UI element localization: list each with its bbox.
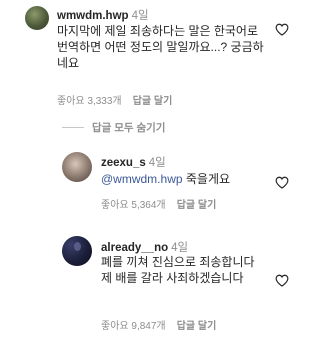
- comment-text: @wmwdm.hwp 죽을게요: [101, 171, 271, 187]
- comment-text: 폐를 끼쳐 진심으로 죄송합니다 제 배를 갈라 사죄하겠습니다: [101, 255, 255, 285]
- heart-icon[interactable]: [275, 23, 289, 36]
- like-count[interactable]: 좋아요 5,364개: [101, 200, 166, 211]
- comment-text: 마지막에 제일 죄송하다는 말은 한국어로 번역하면 어떤 정도의 말일까요..…: [57, 24, 264, 70]
- reply-button[interactable]: 답글 달기: [177, 321, 217, 332]
- heart-icon[interactable]: [275, 176, 289, 189]
- comment-meta: 좋아요 3,333개 답글 달기: [57, 92, 172, 107]
- username[interactable]: wmwdm.hwp: [57, 10, 129, 22]
- heart-icon[interactable]: [275, 274, 289, 287]
- username[interactable]: already__no: [101, 242, 168, 254]
- timestamp: 4일: [148, 157, 166, 169]
- comment-meta: 좋아요 9,847개 답글 달기: [101, 317, 216, 332]
- timestamp: 4일: [171, 242, 189, 254]
- comment-meta: 좋아요 5,364개 답글 달기: [101, 196, 216, 211]
- username[interactable]: zeexu_s: [101, 157, 146, 169]
- comment-header: zeexu_s 4일: [101, 153, 166, 171]
- timestamp: 4일: [131, 10, 149, 22]
- avatar[interactable]: [62, 152, 92, 182]
- divider-line: [62, 127, 84, 128]
- like-count[interactable]: 좋아요 9,847개: [101, 321, 166, 332]
- comment-header: wmwdm.hwp 4일: [57, 6, 149, 24]
- comment-text-body: 죽을게요: [182, 172, 231, 186]
- mention-link[interactable]: @wmwdm.hwp: [101, 172, 183, 186]
- like-count[interactable]: 좋아요 3,333개: [57, 96, 122, 107]
- avatar[interactable]: [62, 236, 92, 266]
- reply-button[interactable]: 답글 달기: [177, 200, 217, 211]
- avatar[interactable]: [25, 6, 49, 30]
- hide-replies-label[interactable]: 답글 모두 숨기기: [92, 120, 165, 135]
- reply-button[interactable]: 답글 달기: [133, 96, 173, 107]
